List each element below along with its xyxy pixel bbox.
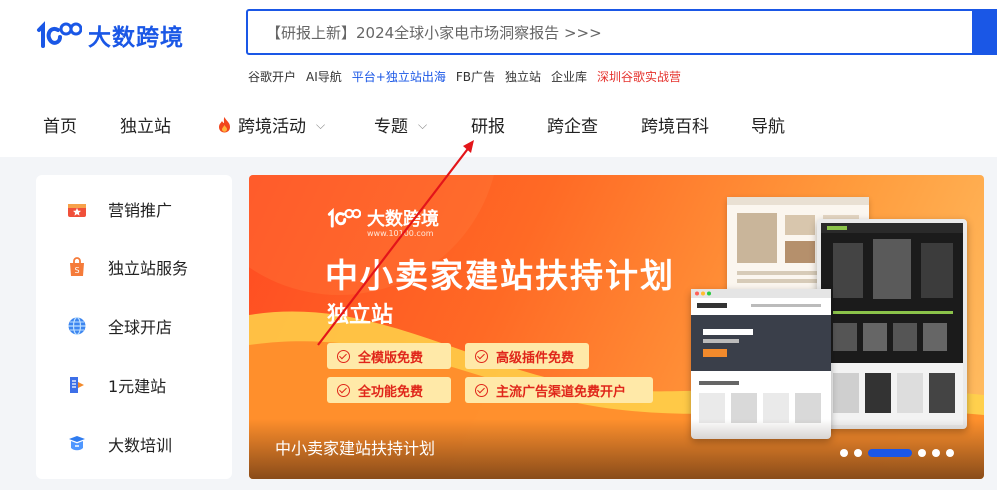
sidebar-item-training[interactable]: 大数培训 xyxy=(66,432,172,456)
banner-title: 中小卖家建站扶持计划 xyxy=(325,256,675,295)
carousel-dot[interactable] xyxy=(932,449,940,457)
banner-caption: 中小卖家建站扶持计划 xyxy=(275,439,436,458)
feature-badge: 全功能免费 xyxy=(327,377,451,403)
header: 大数跨境 【研报上新】2024全球小家电市场洞察报告 >>> 谷歌开户 AI导航… xyxy=(0,0,997,157)
carousel-dot-active[interactable] xyxy=(868,449,912,457)
site-logo[interactable]: 大数跨境 xyxy=(36,16,184,54)
search-input[interactable]: 【研报上新】2024全球小家电市场洞察报告 >>> xyxy=(266,22,602,43)
banner-logo: 大数跨境 www.10100.com xyxy=(327,205,439,238)
feature-badge: 高级插件免费 xyxy=(465,343,589,369)
chevron-down-icon: ⌵ xyxy=(418,118,428,132)
sidebar-item-label: 营销推广 xyxy=(108,201,173,220)
nav-label: 专题 xyxy=(374,117,408,137)
sidebar-item-label: 1元建站 xyxy=(108,377,167,396)
nav-item-company-search[interactable]: 跨企查 xyxy=(547,112,598,137)
hot-links: 谷歌开户 AI导航 平台+独立站出海 FB广告 独立站 企业库 深圳谷歌实战营 xyxy=(248,68,681,85)
nav-item-reports[interactable]: 研报 xyxy=(471,112,505,137)
website-mockup-image xyxy=(691,289,831,439)
hot-link[interactable]: 企业库 xyxy=(551,68,587,85)
nav-item-events[interactable]: 跨境活动 ⌵ xyxy=(217,112,325,137)
chevron-down-icon: ⌵ xyxy=(316,118,326,132)
sidebar-item-global-store[interactable]: 全球开店 xyxy=(66,314,172,338)
carousel-dot[interactable] xyxy=(854,449,862,457)
nav-item-independent-site[interactable]: 独立站 xyxy=(120,112,171,137)
nav-item-home[interactable]: 首页 xyxy=(43,112,77,137)
nav-label: 跨境活动 xyxy=(238,117,306,137)
hot-link[interactable]: 独立站 xyxy=(505,68,541,85)
banner-subtitle: 独立站 xyxy=(327,303,394,328)
carousel-dot[interactable] xyxy=(946,449,954,457)
carousel-indicators xyxy=(840,449,954,457)
feature-badge: 主流广告渠道免费开户 xyxy=(465,377,653,403)
hot-link[interactable]: 谷歌开户 xyxy=(248,68,296,85)
globe-icon xyxy=(66,315,88,337)
nav-item-navigation[interactable]: 导航 xyxy=(751,112,785,137)
feature-label: 全功能免费 xyxy=(358,384,424,400)
carousel-dot[interactable] xyxy=(918,449,926,457)
hot-link[interactable]: 深圳谷歌实战营 xyxy=(597,68,681,85)
nav-item-topics[interactable]: 专题 ⌵ xyxy=(374,112,427,137)
sidebar-item-site-service[interactable]: S 独立站服务 xyxy=(66,255,188,279)
carousel-dot[interactable] xyxy=(840,449,848,457)
fire-icon xyxy=(219,117,230,133)
hot-link[interactable]: FB广告 xyxy=(456,68,495,85)
sidebar-item-label: 全球开店 xyxy=(108,318,173,337)
banner-logo-text: 大数跨境 xyxy=(367,209,439,230)
svg-text:S: S xyxy=(74,266,79,275)
training-icon xyxy=(66,433,88,455)
nav-label: 导航 xyxy=(751,117,785,137)
sidebar-item-label: 独立站服务 xyxy=(108,259,189,278)
hot-link[interactable]: AI导航 xyxy=(306,68,342,85)
check-circle-icon xyxy=(475,383,488,397)
banner-logo-url: www.10100.com xyxy=(367,229,434,238)
logo-icon xyxy=(327,207,361,228)
search-box[interactable]: 【研报上新】2024全球小家电市场洞察报告 >>> xyxy=(246,9,997,55)
feature-label: 主流广告渠道免费开户 xyxy=(496,384,627,400)
feature-badge: 全模版免费 xyxy=(327,343,451,369)
nav-label: 独立站 xyxy=(120,117,171,137)
check-circle-icon xyxy=(475,349,488,363)
sidebar-item-one-yuan-site[interactable]: 1元建站 xyxy=(66,373,166,397)
category-sidebar: 营销推广 S 独立站服务 全球开店 1元建站 大数培训 xyxy=(36,175,232,479)
nav-label: 研报 xyxy=(471,117,505,137)
nav-label: 首页 xyxy=(43,117,77,137)
nav-label: 跨企查 xyxy=(547,117,598,137)
website-mockup-image xyxy=(817,219,967,429)
sidebar-item-marketing[interactable]: 营销推广 xyxy=(66,197,172,221)
feature-label: 全模版免费 xyxy=(358,350,424,366)
shopping-bag-icon: S xyxy=(66,256,88,278)
site-build-icon xyxy=(66,374,88,396)
nav-label: 跨境百科 xyxy=(641,117,709,137)
hot-link[interactable]: 平台+独立站出海 xyxy=(352,68,446,85)
promo-banner[interactable]: 大数跨境 www.10100.com 中小卖家建站扶持计划 独立站 全模版免费 … xyxy=(249,175,984,479)
megaphone-icon xyxy=(66,198,88,220)
search-button[interactable] xyxy=(972,9,997,55)
nav-item-wiki[interactable]: 跨境百科 xyxy=(641,112,709,137)
check-circle-icon xyxy=(337,349,350,363)
feature-label: 高级插件免费 xyxy=(496,350,575,366)
logo-icon xyxy=(37,21,82,48)
sidebar-item-label: 大数培训 xyxy=(108,436,173,455)
logo-text: 大数跨境 xyxy=(88,25,184,51)
check-circle-icon xyxy=(337,383,350,397)
